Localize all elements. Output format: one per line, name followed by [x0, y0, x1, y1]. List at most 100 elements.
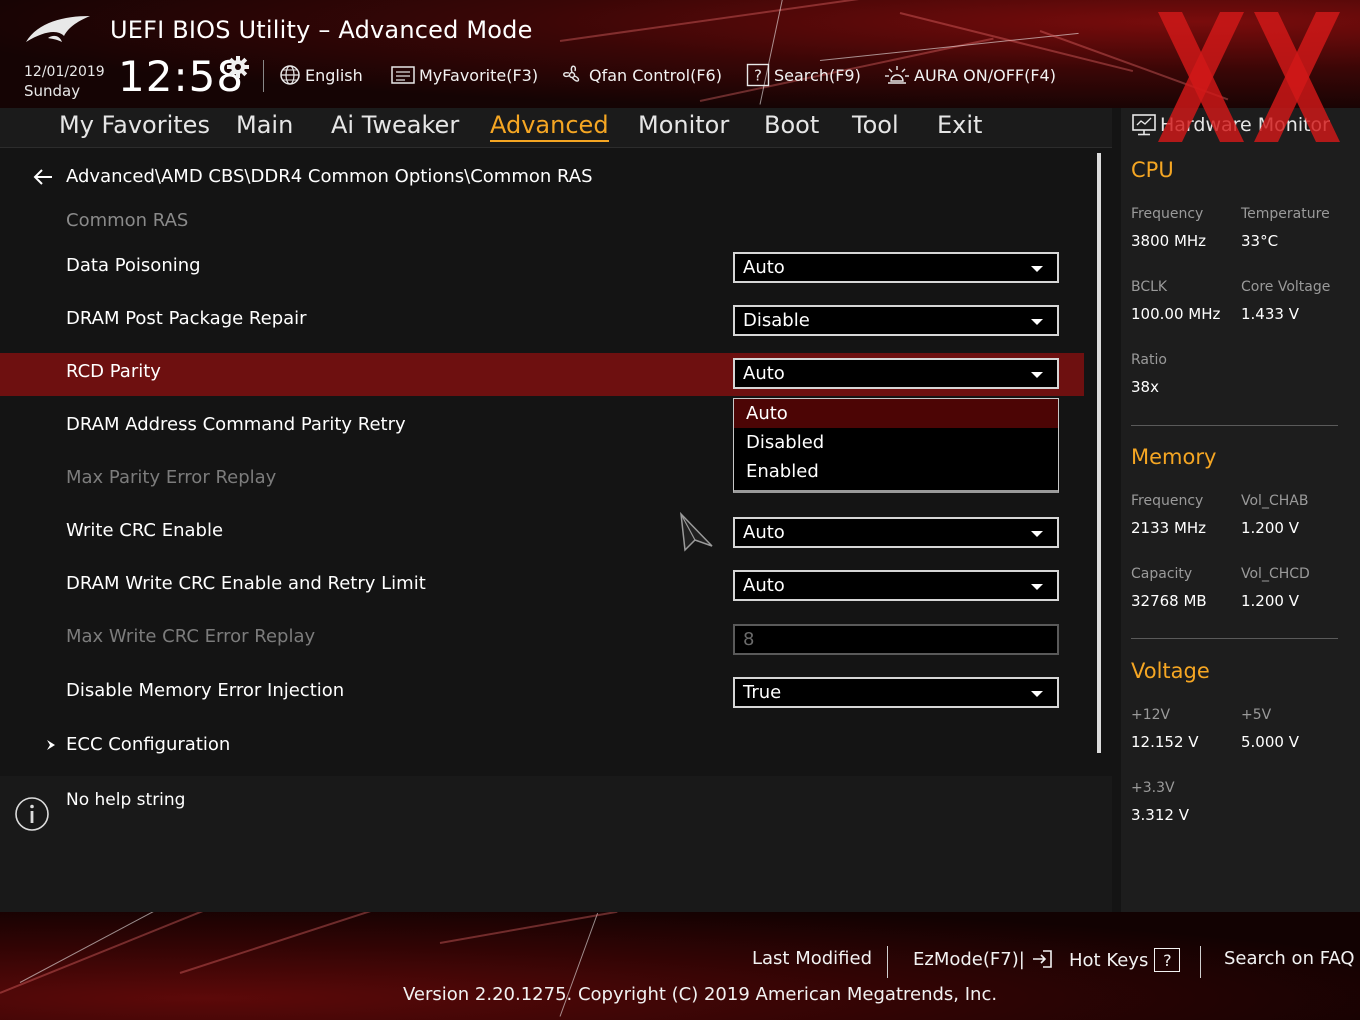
voltage-3v3-value: 3.312 V	[1131, 806, 1189, 824]
memory-capacity-value: 32768 MB	[1131, 592, 1207, 610]
info-icon	[15, 797, 49, 831]
tab-exit[interactable]: Exit	[937, 111, 982, 139]
memory-vol-chcd-label: Vol_CHCD	[1241, 566, 1310, 582]
rcd-parity-select[interactable]: Auto	[733, 358, 1059, 389]
memory-frequency-value: 2133 MHz	[1131, 519, 1207, 537]
dropdown-option-auto[interactable]: Auto	[734, 399, 1058, 428]
voltage-12v-label: +12V	[1131, 707, 1171, 723]
search-label: Search(F9)	[774, 65, 861, 85]
language-button[interactable]: English	[279, 62, 363, 88]
cpu-core-voltage-value: 1.433 V	[1241, 305, 1299, 323]
memory-capacity-label: Capacity	[1131, 566, 1193, 582]
last-modified-button[interactable]: Last Modified	[752, 948, 872, 969]
hot-keys-button[interactable]: Hot Keys ?	[1069, 948, 1181, 972]
cpu-temperature-value: 33°C	[1241, 232, 1279, 250]
search-on-faq-button[interactable]: Search on FAQ	[1224, 948, 1355, 969]
setting-write-crc-enable-label[interactable]: Write CRC Enable	[66, 520, 223, 541]
tab-ai-tweaker[interactable]: Ai Tweaker	[331, 111, 459, 139]
cpu-ratio-label: Ratio	[1131, 352, 1167, 368]
setting-data-poisoning-label[interactable]: Data Poisoning	[66, 255, 201, 276]
app-title: UEFI BIOS Utility – Advanced Mode	[110, 16, 533, 44]
dram-post-package-repair-select[interactable]: Disable	[733, 305, 1059, 336]
chevron-down-icon	[1031, 691, 1043, 697]
chevron-down-icon	[1031, 266, 1043, 272]
ezmode-button[interactable]: EzMode(F7)|	[913, 948, 1053, 970]
main-menu-bar: My Favorites Main Ai Tweaker Advanced Mo…	[0, 108, 1112, 148]
gear-icon[interactable]	[226, 55, 250, 79]
rcd-parity-value: Auto	[743, 363, 785, 384]
xx-watermark-logo-icon	[1158, 12, 1340, 142]
myfavorite-button[interactable]: MyFavorite(F3)	[391, 62, 538, 88]
memory-vol-chab-value: 1.200 V	[1241, 519, 1299, 537]
cpu-frequency-label: Frequency	[1131, 206, 1204, 222]
cpu-frequency-value: 3800 MHz	[1131, 232, 1207, 250]
aura-light-icon	[885, 66, 909, 84]
qfan-control-button[interactable]: Qfan Control(F6)	[559, 62, 722, 88]
cpu-core-voltage-label: Core Voltage	[1241, 279, 1331, 295]
globe-icon	[280, 65, 300, 85]
rcd-parity-dropdown-list: Auto Disabled Enabled	[733, 398, 1059, 493]
dram-write-crc-retry-limit-select[interactable]: Auto	[733, 570, 1059, 601]
voltage-3v3-label: +3.3V	[1131, 780, 1175, 796]
disable-memory-error-injection-select[interactable]: True	[733, 677, 1059, 708]
setting-dram-address-command-parity-retry-label[interactable]: DRAM Address Command Parity Retry	[66, 414, 406, 435]
setting-max-parity-error-replay-label: Max Parity Error Replay	[66, 467, 277, 488]
monitor-separator	[1131, 425, 1338, 426]
voltage-5v-value: 5.000 V	[1241, 733, 1299, 751]
dropdown-option-enabled[interactable]: Enabled	[734, 457, 1058, 486]
dram-write-crc-retry-limit-value: Auto	[743, 575, 785, 596]
disable-memory-error-injection-value: True	[743, 682, 782, 703]
exit-arrow-icon	[1032, 950, 1052, 968]
tab-boot[interactable]: Boot	[764, 111, 819, 139]
memory-vol-chcd-value: 1.200 V	[1241, 592, 1299, 610]
scrollbar[interactable]	[1097, 153, 1101, 753]
last-modified-label: Last Modified	[752, 948, 873, 969]
tab-my-favorites[interactable]: My Favorites	[59, 111, 210, 139]
setting-dram-write-crc-retry-limit-label[interactable]: DRAM Write CRC Enable and Retry Limit	[66, 573, 426, 594]
back-arrow-icon[interactable]	[32, 166, 54, 188]
data-poisoning-select[interactable]: Auto	[733, 252, 1059, 283]
myfavorite-label: MyFavorite(F3)	[419, 65, 539, 85]
aura-toggle-button[interactable]: AURA ON/OFF(F4)	[884, 62, 1056, 88]
memory-heading: Memory	[1131, 445, 1217, 469]
mouse-pointer-icon	[680, 511, 713, 552]
chevron-down-icon	[1031, 372, 1043, 378]
day-text: Sunday	[24, 82, 81, 100]
tab-tool[interactable]: Tool	[852, 111, 899, 139]
search-question-icon: ?	[746, 63, 770, 87]
help-text: No help string	[66, 790, 186, 810]
hot-keys-symbol: ?	[1163, 950, 1172, 970]
search-on-faq-label: Search on FAQ	[1224, 948, 1355, 969]
setting-rcd-parity-label[interactable]: RCD Parity	[66, 361, 161, 382]
setting-dram-post-package-repair-label[interactable]: DRAM Post Package Repair	[66, 308, 307, 329]
svg-text:?: ?	[754, 67, 762, 85]
chevron-down-icon	[1031, 584, 1043, 590]
submenu-ecc-configuration[interactable]: ECC Configuration	[66, 734, 230, 755]
setting-disable-memory-error-injection-label[interactable]: Disable Memory Error Injection	[66, 680, 344, 701]
chevron-down-icon	[1031, 531, 1043, 537]
header-divider	[263, 60, 264, 92]
version-text: Version 2.20.1275. Copyright (C) 2019 Am…	[403, 984, 998, 1005]
footer-divider	[1200, 946, 1201, 978]
monitor-separator	[1131, 638, 1338, 639]
question-box-icon: ?	[1154, 948, 1181, 972]
dropdown-option-disabled[interactable]: Disabled	[734, 428, 1058, 457]
max-write-crc-error-replay-value: 8	[743, 629, 755, 650]
section-title: Common RAS	[66, 210, 189, 231]
cpu-heading: CPU	[1131, 158, 1174, 182]
data-poisoning-value: Auto	[743, 257, 785, 278]
tab-main[interactable]: Main	[236, 111, 293, 139]
chevron-down-icon	[1031, 319, 1043, 325]
voltage-12v-value: 12.152 V	[1131, 733, 1199, 751]
chevron-right-icon	[47, 740, 55, 750]
rog-logo-icon	[26, 16, 90, 42]
voltage-5v-label: +5V	[1241, 707, 1272, 723]
write-crc-enable-select[interactable]: Auto	[733, 517, 1059, 548]
voltage-heading: Voltage	[1131, 659, 1210, 683]
tab-advanced[interactable]: Advanced	[490, 111, 609, 142]
tab-monitor[interactable]: Monitor	[638, 111, 729, 139]
footer-divider	[887, 946, 888, 978]
search-button[interactable]: ? Search(F9)	[746, 62, 861, 88]
max-write-crc-error-replay-field: 8	[733, 624, 1059, 655]
qfan-control-label: Qfan Control(F6)	[589, 65, 722, 85]
